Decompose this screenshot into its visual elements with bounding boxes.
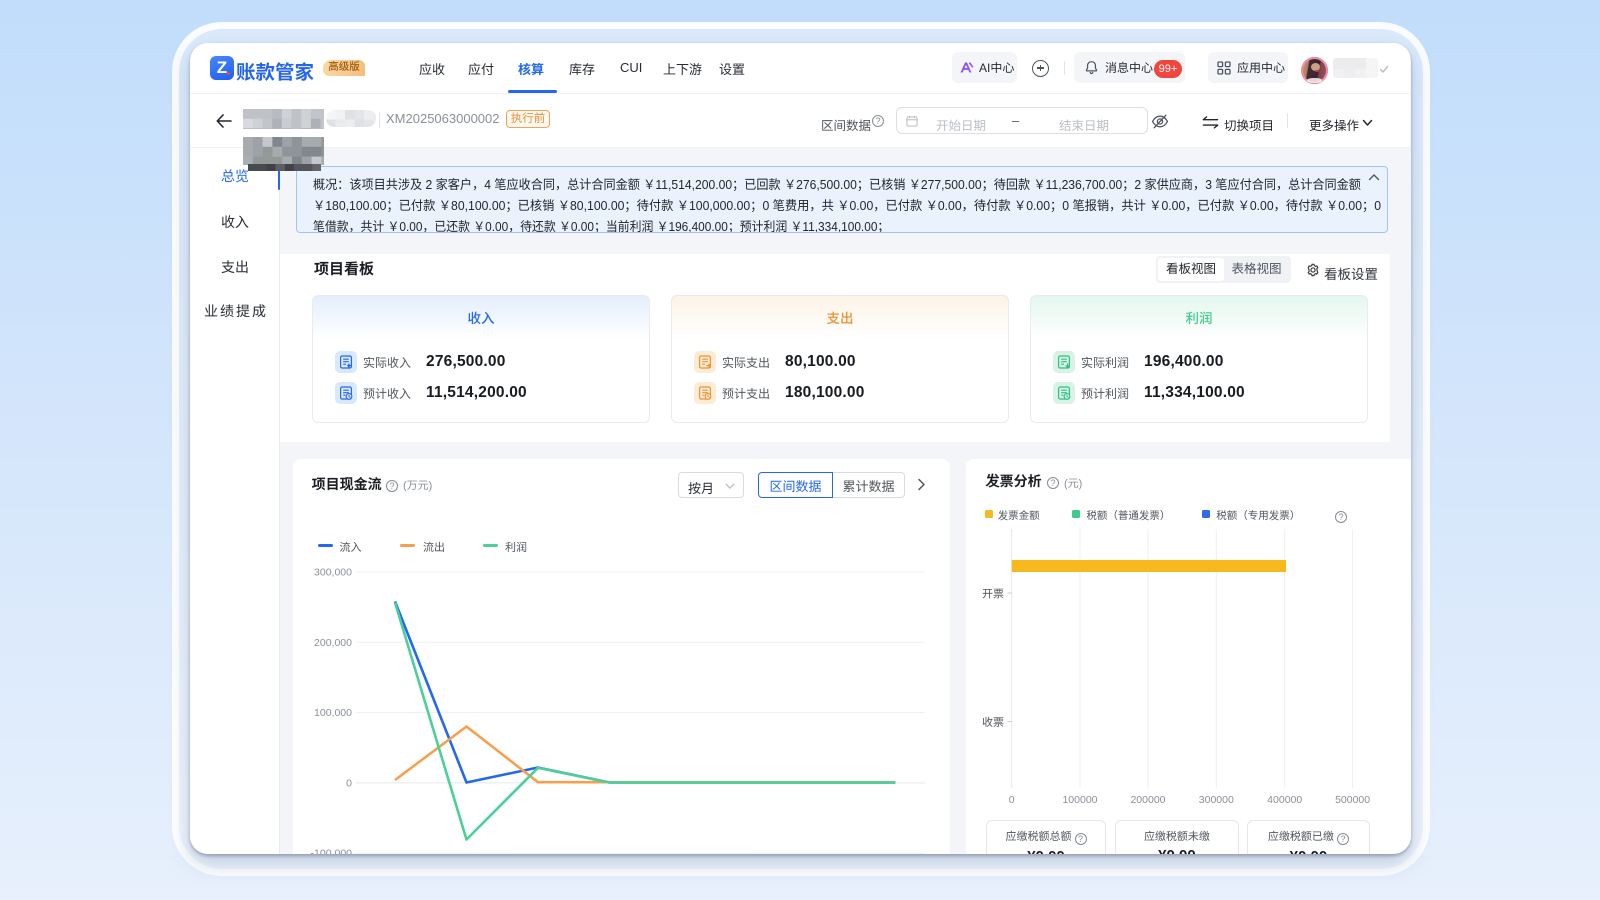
svg-text:0: 0 bbox=[1009, 794, 1015, 806]
svg-text:100000: 100000 bbox=[1062, 794, 1097, 806]
svg-text:开票: 开票 bbox=[982, 586, 1004, 602]
svg-text:收票: 收票 bbox=[982, 714, 1004, 730]
svg-text:400000: 400000 bbox=[1267, 794, 1302, 806]
svg-text:300,000: 300,000 bbox=[314, 567, 352, 579]
svg-text:200000: 200000 bbox=[1130, 794, 1165, 806]
svg-text:100,000: 100,000 bbox=[314, 707, 352, 719]
svg-text:200,000: 200,000 bbox=[314, 637, 352, 649]
svg-text:300000: 300000 bbox=[1199, 794, 1234, 806]
svg-text:0: 0 bbox=[346, 777, 352, 789]
svg-text:500000: 500000 bbox=[1335, 794, 1370, 806]
svg-text:-100,000: -100,000 bbox=[311, 848, 353, 854]
